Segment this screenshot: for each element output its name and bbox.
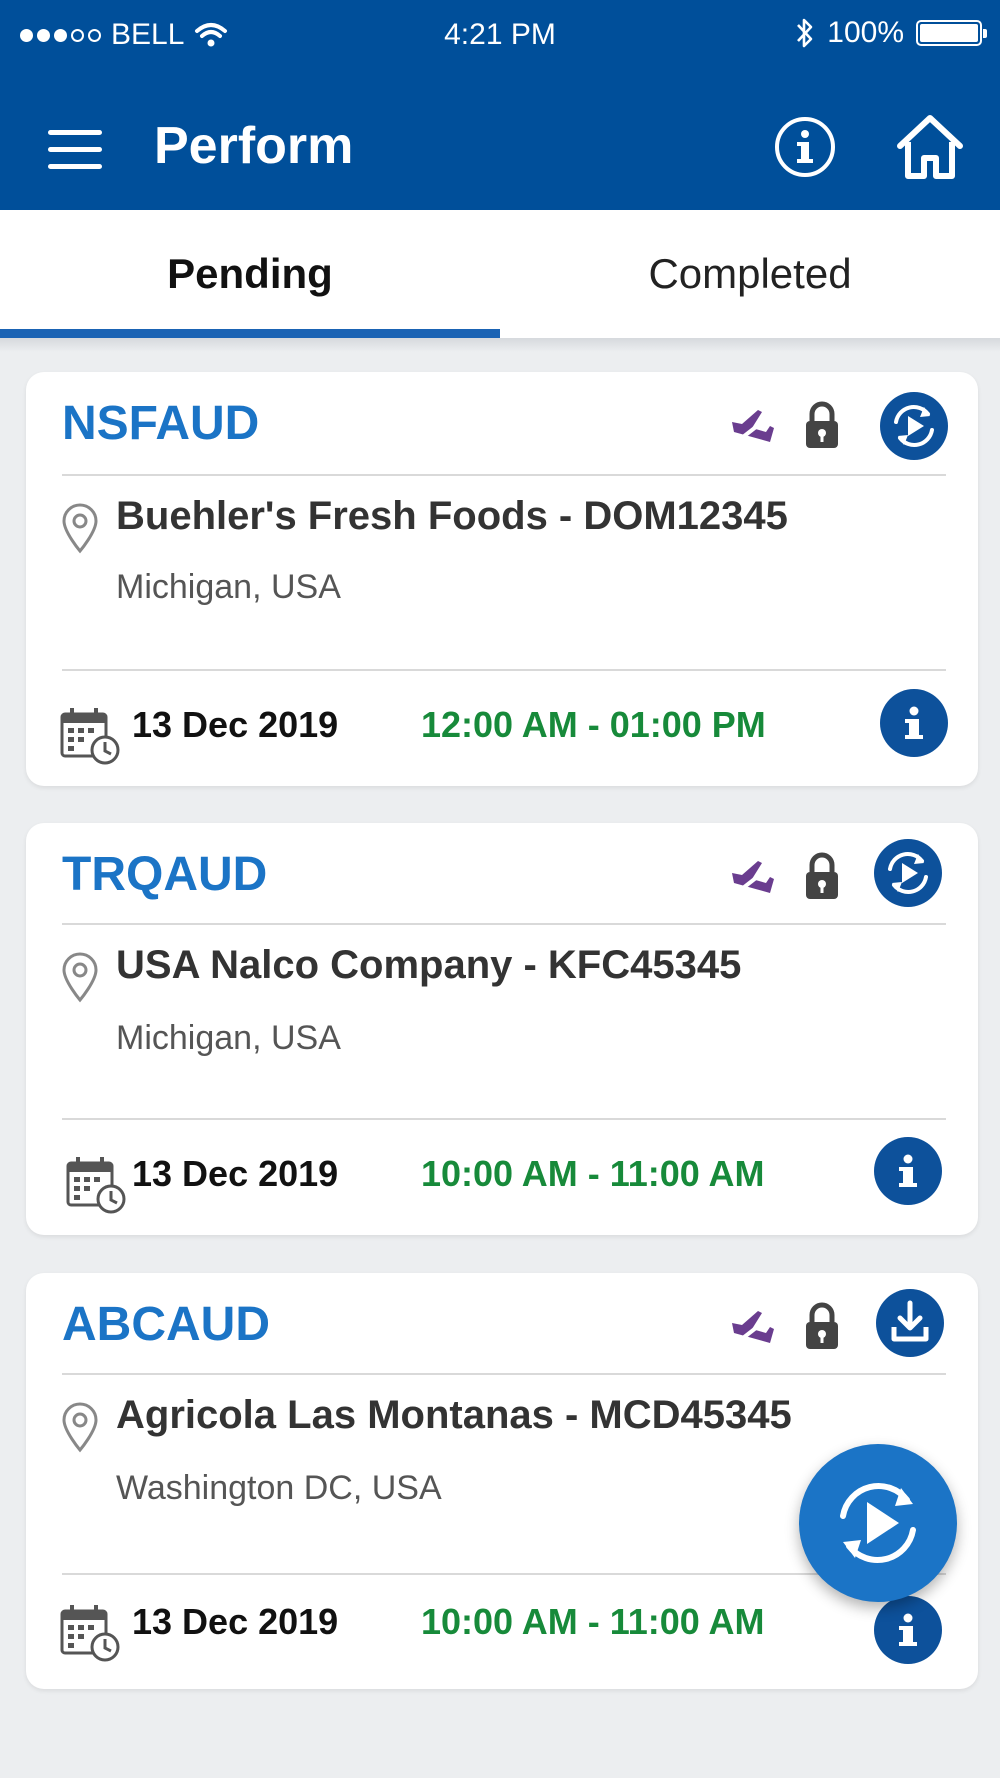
- active-tab-indicator: [0, 329, 500, 338]
- site-region: Washington DC, USA: [116, 1469, 442, 1507]
- download-button[interactable]: [876, 1289, 944, 1357]
- location-pin-icon: [62, 952, 98, 1003]
- task-time-range: 12:00 AM - 01:00 PM: [421, 704, 766, 745]
- task-code: ABCAUD: [62, 1298, 270, 1351]
- location-pin-icon: [62, 1402, 98, 1453]
- site-name: Agricola Las Montanas - MCD45345: [116, 1393, 792, 1437]
- task-code: NSFAUD: [62, 397, 260, 450]
- airplane-off-icon: [732, 410, 774, 446]
- calendar-clock-icon: [66, 1157, 126, 1214]
- task-info-button[interactable]: [874, 1596, 942, 1664]
- battery-percent: 100%: [827, 16, 904, 49]
- tab-bar: Pending Completed: [0, 210, 1000, 338]
- sync-fab-button[interactable]: [799, 1444, 957, 1602]
- airplane-off-icon: [732, 861, 774, 897]
- lock-icon: [806, 1302, 838, 1349]
- tab-completed[interactable]: Completed: [500, 210, 1000, 338]
- play-sync-icon: [840, 1483, 916, 1563]
- task-info-button[interactable]: [874, 1137, 942, 1205]
- divider: [62, 1118, 946, 1120]
- status-right: 100%: [795, 16, 987, 50]
- play-sync-icon: [888, 852, 928, 894]
- home-icon[interactable]: [894, 112, 966, 182]
- task-date: 13 Dec 2019: [132, 1601, 339, 1642]
- info-icon[interactable]: [774, 116, 836, 178]
- site-region: Michigan, USA: [116, 568, 341, 606]
- info-icon: [899, 1613, 917, 1646]
- lock-icon: [806, 852, 838, 899]
- download-icon: [891, 1300, 929, 1342]
- status-bar: BELL 4:21 PM 100%: [0, 0, 1000, 68]
- page-title: Perform: [154, 117, 354, 175]
- site-name: Buehler's Fresh Foods - DOM12345: [116, 494, 788, 538]
- site-name: USA Nalco Company - KFC45345: [116, 943, 742, 987]
- start-sync-button[interactable]: [874, 839, 942, 907]
- lock-icon: [806, 401, 838, 448]
- task-date: 13 Dec 2019: [132, 704, 339, 745]
- divider: [62, 923, 946, 925]
- divider: [62, 669, 946, 671]
- divider: [62, 1373, 946, 1375]
- task-card[interactable]: NSFAUD Buehler's Fresh Foods - DOM12345 …: [26, 372, 978, 786]
- calendar-clock-icon: [60, 708, 120, 765]
- tab-pending[interactable]: Pending: [0, 210, 500, 338]
- info-icon: [899, 1154, 917, 1187]
- menu-icon[interactable]: [48, 130, 102, 172]
- task-time-range: 10:00 AM - 11:00 AM: [421, 1153, 765, 1194]
- task-card[interactable]: TRQAUD USA Nalco Company - KFC45345 Mich…: [26, 823, 978, 1235]
- task-code: TRQAUD: [62, 848, 268, 901]
- start-sync-button[interactable]: [880, 392, 948, 460]
- task-date: 13 Dec 2019: [132, 1153, 339, 1194]
- calendar-clock-icon: [60, 1605, 120, 1662]
- play-sync-icon: [894, 405, 934, 447]
- task-info-button[interactable]: [880, 689, 948, 757]
- battery-icon: [916, 20, 987, 46]
- location-pin-icon: [62, 503, 98, 554]
- app-bar: Perform: [0, 68, 1000, 210]
- task-time-range: 10:00 AM - 11:00 AM: [421, 1601, 765, 1642]
- tab-shadow: [0, 338, 1000, 352]
- divider: [62, 474, 946, 476]
- info-icon: [905, 706, 923, 739]
- airplane-off-icon: [732, 1311, 774, 1347]
- bluetooth-icon: [797, 18, 813, 48]
- site-region: Michigan, USA: [116, 1019, 341, 1057]
